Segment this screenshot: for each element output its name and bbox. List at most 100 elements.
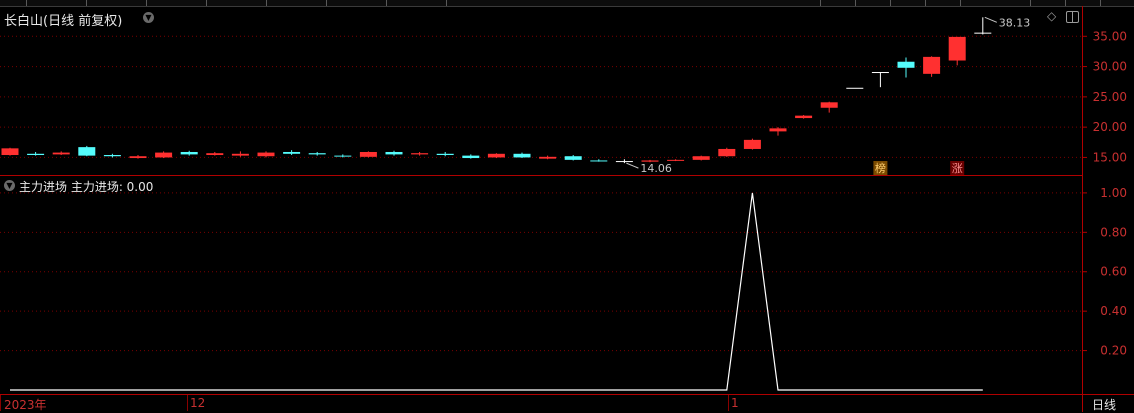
candle-body (436, 153, 454, 156)
candle (564, 155, 582, 161)
candle (615, 159, 633, 164)
candle-body (692, 156, 710, 160)
candle-body (283, 151, 301, 154)
candle-body (462, 155, 480, 159)
candle-body (743, 139, 761, 149)
y-tick-label: 0.20 (1100, 344, 1127, 358)
candle-body (206, 153, 224, 156)
candle-body (513, 153, 531, 158)
price-grid (0, 35, 1082, 158)
signal-marker-label: 榜 (875, 161, 886, 175)
candle-body (334, 155, 352, 157)
candle-body (820, 102, 838, 108)
candle (948, 36, 966, 66)
candle-body (1, 148, 19, 156)
candle-body (411, 153, 429, 155)
y-tick-label: 0.40 (1100, 304, 1127, 318)
candle-body (846, 87, 864, 89)
candle (411, 151, 429, 156)
indicator-line (10, 192, 983, 391)
candle (231, 151, 249, 157)
price-chart[interactable]: 38.13 14.06 榜 涨 15.00 20.00 25.00 30.00 35.00 (0, 6, 1134, 175)
candle (871, 72, 889, 88)
candle-body (155, 152, 173, 158)
y-tick-label: 35.00 (1093, 29, 1127, 43)
candle-body (257, 152, 275, 157)
candle (52, 151, 70, 156)
candle (359, 151, 377, 158)
candle (743, 138, 761, 150)
signal-marker-label: 涨 (952, 162, 963, 175)
price-y-axis: 15.00 20.00 25.00 30.00 35.00 (1082, 29, 1127, 164)
candle (462, 154, 480, 159)
period-label[interactable]: 日线 (1092, 396, 1116, 413)
candle (308, 151, 326, 156)
y-tick-label: 30.00 (1093, 60, 1127, 74)
y-tick-label: 0.80 (1100, 225, 1127, 239)
candle (667, 159, 685, 162)
x-tick-line (0, 395, 1, 411)
indicator-grid (0, 192, 1082, 352)
candle-body (974, 32, 992, 34)
x-tick-label: 1 (731, 396, 739, 410)
candle (590, 159, 608, 162)
candle-body (52, 152, 70, 155)
y-tick-label: 15.00 (1093, 150, 1127, 164)
candle (846, 87, 864, 89)
candle-body (180, 151, 198, 155)
candle-body (948, 36, 966, 61)
x-axis: 2023年 12 1 (0, 395, 1082, 412)
signal-marker: 榜 (873, 161, 888, 175)
signal-line (10, 192, 983, 391)
candle (820, 101, 838, 113)
y-axis-border (1082, 6, 1083, 412)
candle (129, 155, 147, 159)
y-tick-label: 1.00 (1100, 186, 1127, 200)
candle-body (590, 160, 608, 162)
candle (180, 150, 198, 156)
candle-body (769, 128, 787, 132)
candle (539, 155, 557, 160)
candle (436, 151, 454, 157)
indicator-y-axis: 0.20 0.40 0.60 0.80 1.00 (1082, 186, 1127, 358)
candle-body (78, 147, 96, 156)
annotation-leader (626, 162, 639, 169)
candle-body (385, 151, 403, 155)
candle-body (539, 156, 557, 159)
y-tick-label: 0.60 (1100, 265, 1127, 279)
candle (487, 153, 505, 159)
price-candles (1, 17, 992, 164)
candle (27, 151, 45, 156)
price-annotation: 14.06 (626, 162, 672, 175)
candle (692, 155, 710, 161)
candle-body (718, 148, 736, 157)
annotation-label: 38.13 (999, 16, 1031, 29)
candle-body (871, 72, 889, 74)
x-tick-line (187, 395, 188, 411)
candle (78, 145, 96, 157)
candle-body (308, 153, 326, 155)
candle (974, 17, 992, 35)
candle-body (231, 153, 249, 156)
candle (1, 147, 19, 156)
candle (155, 151, 173, 159)
candle-body (564, 156, 582, 160)
candle (513, 152, 531, 159)
candle-body (487, 153, 505, 158)
price-annotations: 38.13 14.06 榜 涨 (626, 16, 1030, 175)
candle (795, 115, 813, 119)
candle-body (897, 61, 915, 68)
x-tick-label: 12 (190, 396, 206, 410)
candle-body (359, 151, 377, 157)
price-annotation: 38.13 (984, 16, 1031, 29)
candle (769, 127, 787, 136)
candle (897, 57, 915, 78)
candle-body (615, 161, 633, 163)
candle (103, 153, 121, 158)
candle (283, 150, 301, 156)
annotation-leader (984, 16, 997, 23)
indicator-chart[interactable]: 0.20 0.40 0.60 0.80 1.00 (0, 176, 1134, 394)
candle-body (667, 159, 685, 161)
signal-marker: 涨 (950, 161, 965, 175)
candle (718, 147, 736, 157)
